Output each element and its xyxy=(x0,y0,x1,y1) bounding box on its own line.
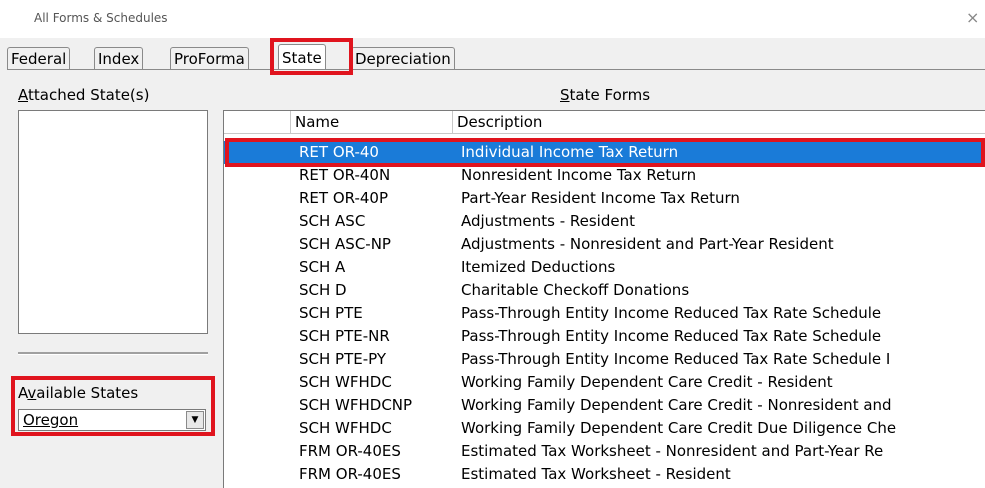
form-name: SCH PTE xyxy=(299,304,363,322)
table-row[interactable]: SCH PTE Pass-Through Entity Income Reduce… xyxy=(224,302,985,325)
grid-header: Name Description xyxy=(224,111,985,134)
form-description: Pass-Through Entity Income Reduced Tax R… xyxy=(461,350,891,368)
form-description: Estimated Tax Worksheet - Nonresident an… xyxy=(461,442,884,460)
form-description: Individual Income Tax Return xyxy=(461,143,679,161)
form-description: Working Family Dependent Care Credit Due… xyxy=(461,419,897,437)
form-description: Nonresident Income Tax Return xyxy=(461,166,697,184)
tab-label: ProForma xyxy=(174,50,245,68)
table-row[interactable]: SCH PTE-PY Pass-Through Entity Income Red… xyxy=(224,348,985,371)
form-description: Adjustments - Nonresident and Part-Year … xyxy=(461,235,834,253)
form-description: Pass-Through Entity Income Reduced Tax R… xyxy=(461,327,882,345)
attached-states-list[interactable] xyxy=(18,110,208,334)
form-name: RET OR-40P xyxy=(299,189,388,207)
column-header-name[interactable]: Name xyxy=(290,111,453,133)
table-row[interactable]: SCH WFHDC Working Family Dependent Care C… xyxy=(224,371,985,394)
column-header-description[interactable]: Description xyxy=(452,111,985,133)
table-row[interactable]: SCH WFHDCNP Working Family Dependent Care… xyxy=(224,394,985,417)
form-name: SCH A xyxy=(299,258,346,276)
form-name: SCH ASC xyxy=(299,212,366,230)
form-description: Working Family Dependent Care Credit - N… xyxy=(461,396,892,414)
chevron-down-icon[interactable]: ▼ xyxy=(186,411,204,429)
form-name: SCH WFHDC xyxy=(299,419,392,437)
form-name: SCH D xyxy=(299,281,347,299)
table-row[interactable]: RET OR-40 Individual Income Tax Return xyxy=(224,141,985,164)
form-name: SCH WFHDC xyxy=(299,373,392,391)
table-row[interactable]: SCH D Charitable Checkoff Donations xyxy=(224,279,985,302)
table-row[interactable]: FRM OR-40ES Estimated Tax Worksheet - Res… xyxy=(224,463,985,486)
form-name: RET OR-40N xyxy=(299,166,391,184)
form-name: SCH ASC-NP xyxy=(299,235,391,253)
tab-label: Index xyxy=(98,50,140,68)
form-description: Pass-Through Entity Income Reduced Tax R… xyxy=(461,304,882,322)
form-description: Working Family Dependent Care Credit - R… xyxy=(461,373,833,391)
attached-states-label: Attached State(s) xyxy=(18,86,150,104)
table-row[interactable]: SCH ASC-NP Adjustments - Nonresident and … xyxy=(224,233,985,256)
tab-state[interactable]: State xyxy=(278,44,326,70)
form-name: SCH PTE-NR xyxy=(299,327,390,345)
state-forms-title: State Forms xyxy=(560,86,651,104)
tab-index[interactable]: Index xyxy=(94,47,144,70)
tab-federal[interactable]: Federal xyxy=(7,47,71,70)
form-name: RET OR-40 xyxy=(299,143,379,161)
close-icon[interactable]: × xyxy=(966,8,979,27)
selected-state: Oregon xyxy=(23,411,79,429)
form-description: Part-Year Resident Income Tax Return xyxy=(461,189,740,207)
window-title: All Forms & Schedules xyxy=(34,11,168,25)
form-description: Charitable Checkoff Donations xyxy=(461,281,690,299)
form-description: Itemized Deductions xyxy=(461,258,616,276)
tab-depreciation[interactable]: Depreciation xyxy=(351,47,455,70)
title-bar: All Forms & Schedules × xyxy=(0,0,985,38)
tab-label: Depreciation xyxy=(355,50,451,68)
form-name: FRM OR-40ES xyxy=(299,442,401,460)
tab-label: State xyxy=(282,49,322,67)
form-description: Estimated Tax Worksheet - Resident xyxy=(461,465,731,483)
state-forms-grid[interactable]: Name Description RET OR-40 Individual Inc… xyxy=(223,110,985,488)
table-row[interactable]: SCH A Itemized Deductions xyxy=(224,256,985,279)
tab-label: Federal xyxy=(11,50,67,68)
available-states-label: Available States xyxy=(18,384,139,402)
table-row[interactable]: SCH ASC Adjustments - Resident xyxy=(224,210,985,233)
table-row[interactable]: SCH WFHDC Working Family Dependent Care C… xyxy=(224,417,985,440)
left-divider xyxy=(18,352,208,355)
form-description: Adjustments - Resident xyxy=(461,212,635,230)
table-row[interactable]: RET OR-40N Nonresident Income Tax Return xyxy=(224,164,985,187)
tab-divider xyxy=(7,69,985,70)
form-name: SCH WFHDCNP xyxy=(299,396,413,414)
available-states-dropdown[interactable]: Oregon ▼ xyxy=(18,409,206,431)
table-row[interactable]: SCH PTE-NR Pass-Through Entity Income Red… xyxy=(224,325,985,348)
tab-proforma[interactable]: ProForma xyxy=(170,47,249,70)
table-row[interactable]: FRM OR-40ES Estimated Tax Worksheet - Non… xyxy=(224,440,985,463)
table-row[interactable]: RET OR-40P Part-Year Resident Income Tax … xyxy=(224,187,985,210)
form-name: FRM OR-40ES xyxy=(299,465,401,483)
form-name: SCH PTE-PY xyxy=(299,350,387,368)
